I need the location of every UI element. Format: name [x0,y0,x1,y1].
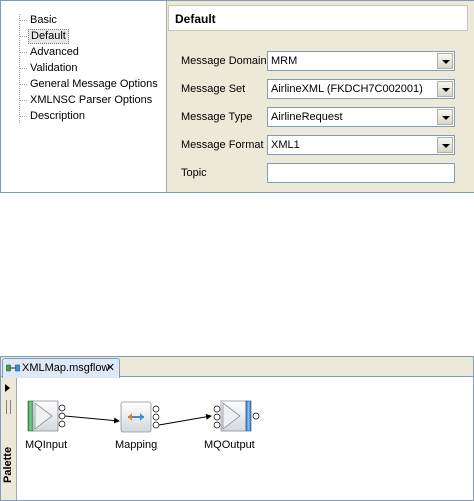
message-set-value: AirlineXML (FKDCH7C002001) [271,83,423,95]
flow-canvas[interactable]: MQInput Mapping MQOutput [18,378,473,500]
dropdown-arrow-icon[interactable] [437,137,453,153]
mqinput-label: MQInput [25,439,68,451]
tab-xmlmap-msgflow[interactable]: XMLMap.msgflow ✕ [2,358,120,378]
palette-sidebar[interactable]: Palette [1,378,17,500]
editor-tab-bar: XMLMap.msgflow ✕ [1,357,473,378]
mqoutput-label: MQOutput [204,439,255,451]
tree-connector [19,68,27,69]
message-set-label: Message Set [181,83,246,95]
message-type-label: Message Type [181,111,253,123]
tree-item-xmlnsc-parser-options[interactable]: XMLNSC Parser Options [28,93,154,108]
message-type-value: AirlineRequest [271,111,343,123]
tree-item-description[interactable]: Description [28,109,87,124]
message-format-value: XML1 [271,139,300,151]
expand-palette-icon[interactable] [5,384,10,392]
message-flow-editor: XMLMap.msgflow ✕ Palette MQInput Mapping… [0,356,474,501]
message-type-select[interactable]: AirlineRequest [267,107,455,127]
message-set-select[interactable]: AirlineXML (FKDCH7C002001) [267,79,455,99]
connection-line[interactable] [64,415,120,424]
message-domain-value: MRM [271,55,298,67]
connection-line[interactable] [158,413,212,426]
mqoutput-node[interactable] [213,400,260,432]
message-format-label: Message Format [181,139,264,151]
message-domain-select[interactable]: MRM [267,51,455,71]
properties-panel: Basic Default Advanced Validation Genera… [0,0,474,193]
tree-connector [19,116,27,117]
close-icon[interactable]: ✕ [106,361,115,375]
tree-item-validation[interactable]: Validation [28,61,80,76]
tree-connector [19,20,27,21]
mapping-label: Mapping [115,439,158,451]
dropdown-arrow-icon[interactable] [437,53,453,69]
message-domain-label: Message Domain [181,55,267,67]
palette-label: Palette [2,446,14,483]
drag-handle-icon[interactable] [6,400,11,414]
topic-input[interactable] [267,163,455,183]
section-title: Default [168,5,468,31]
dropdown-arrow-icon[interactable] [437,109,453,125]
message-flow-icon [6,364,20,372]
dropdown-arrow-icon[interactable] [437,81,453,97]
mapping-node[interactable] [120,401,160,433]
topic-label: Topic [181,167,207,179]
tree-item-general-message-options[interactable]: General Message Options [28,77,160,92]
properties-form: Default Message Domain MRM Message Set A… [168,1,474,192]
tree-connector [19,84,27,85]
tree-item-default[interactable]: Default [28,29,69,44]
tree-connector [19,52,27,53]
tree-item-advanced[interactable]: Advanced [28,45,81,60]
tree-item-basic[interactable]: Basic [28,13,59,28]
tree-connector [19,100,27,101]
mqinput-node[interactable] [27,400,66,432]
message-format-select[interactable]: XML1 [267,135,455,155]
tab-label: XMLMap.msgflow [22,362,110,374]
tree-connector [19,36,27,37]
properties-tree: Basic Default Advanced Validation Genera… [1,1,167,192]
